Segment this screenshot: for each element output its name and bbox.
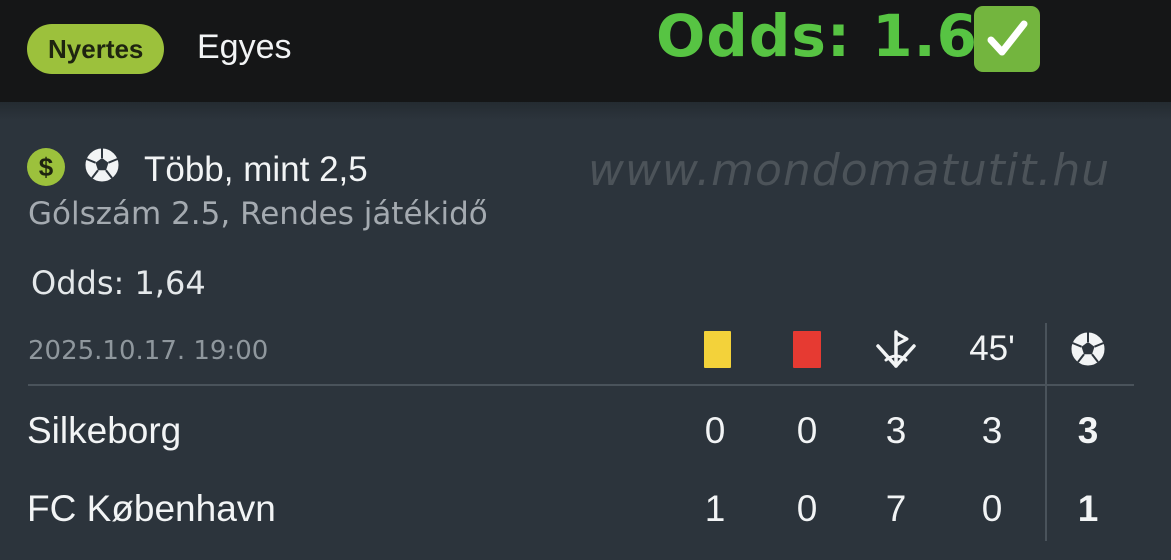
corner-flag-icon xyxy=(876,330,916,368)
half-time-score: 0 xyxy=(981,488,1003,529)
odds-label: Odds: xyxy=(31,264,125,302)
football-icon xyxy=(1070,331,1106,367)
watermark: www.mondomatutit.hu xyxy=(588,145,1111,196)
match-datetime: 2025.10.17. 19:00 xyxy=(28,336,269,366)
market-subtitle: Gólszám 2.5, Rendes játékidő xyxy=(28,196,488,232)
red-card-icon xyxy=(793,331,821,368)
half-time-header: 45' xyxy=(969,329,1015,368)
red-cards-count: 0 xyxy=(796,410,818,451)
full-time-score: 3 xyxy=(1077,410,1099,451)
team-name: Silkeborg xyxy=(27,410,182,451)
dollar-icon: $ xyxy=(27,148,65,186)
full-time-score: 1 xyxy=(1077,488,1099,529)
football-icon xyxy=(84,147,120,183)
check-mark-icon xyxy=(974,6,1040,72)
yellow-cards-count: 0 xyxy=(704,410,726,451)
odds-value: 1,64 xyxy=(134,264,206,302)
yellow-cards-count: 1 xyxy=(704,488,726,529)
status-badge: Nyertes xyxy=(27,24,165,74)
team-name: FC København xyxy=(27,488,276,529)
red-cards-count: 0 xyxy=(796,488,818,529)
corners-count: 7 xyxy=(885,488,907,529)
bet-type-label: Egyes xyxy=(197,28,292,66)
header-divider xyxy=(28,384,1134,386)
odds-line: Odds: 1,64 xyxy=(31,264,206,302)
table-row: Silkeborg 0 0 3 3 3 xyxy=(0,410,1171,470)
odds-headline: Odds: 1.64 xyxy=(656,2,1020,70)
half-time-score: 3 xyxy=(981,410,1003,451)
header-bar: Nyertes Egyes Odds: 1.64 xyxy=(0,0,1171,102)
table-row: FC København 1 0 7 0 1 xyxy=(0,488,1171,548)
corners-count: 3 xyxy=(885,410,907,451)
market-title: Több, mint 2,5 xyxy=(144,150,368,189)
yellow-card-icon xyxy=(704,331,731,368)
